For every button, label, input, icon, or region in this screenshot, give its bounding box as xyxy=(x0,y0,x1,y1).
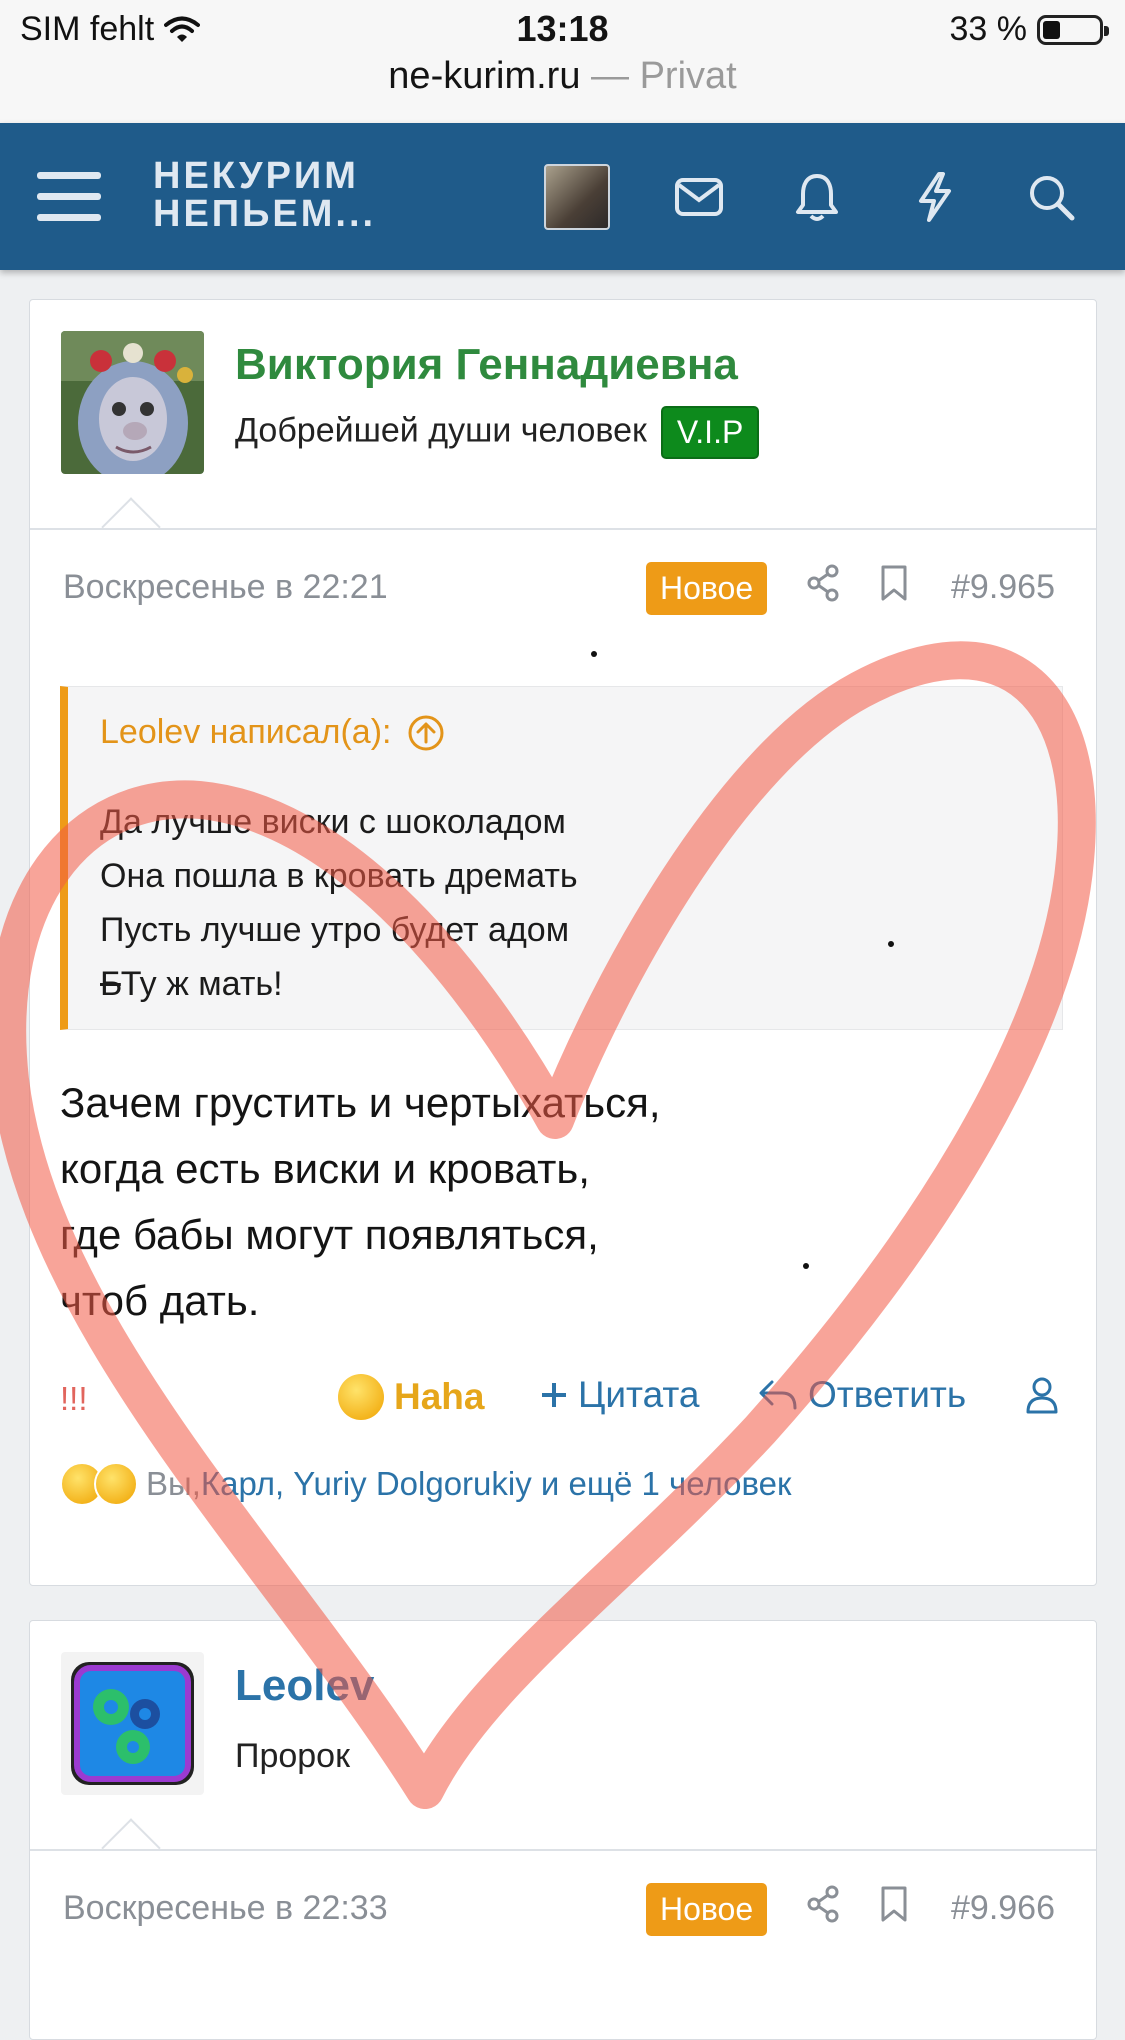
shocked-emoji-icon xyxy=(94,1462,138,1506)
quote-button[interactable]: Цитата xyxy=(540,1374,699,1416)
logo-line-1: НЕКУРИМ xyxy=(153,155,359,197)
bolt-icon xyxy=(919,171,951,222)
site-header: НЕКУРИМ НЕПЬЕМ... xyxy=(0,123,1125,270)
new-badge: Новое xyxy=(646,1883,768,1936)
share-icon xyxy=(807,564,839,602)
user-block-divider xyxy=(30,528,1096,530)
reaction-button[interactable]: Haha xyxy=(338,1374,484,1420)
quote-button-label: Цитата xyxy=(578,1374,700,1415)
reply-icon xyxy=(759,1380,797,1410)
new-badge: Новое xyxy=(646,562,768,615)
menu-button[interactable] xyxy=(22,123,118,270)
bookmark-button[interactable] xyxy=(880,564,908,607)
quote-author[interactable]: Leolev написал(а): xyxy=(100,713,445,752)
share-button[interactable] xyxy=(806,564,840,607)
post-number[interactable]: #9.966 xyxy=(951,1889,1055,1928)
reactions-summary[interactable]: Вы, Карл, Yuriy Dolgorukiy и ещё 1 челов… xyxy=(60,1462,791,1506)
post-line: Зачем грустить и чертыхаться, xyxy=(60,1079,661,1126)
bell-icon xyxy=(796,173,838,221)
url-bar[interactable]: ne-kurim.ru — Privat xyxy=(0,55,1125,98)
gears-avatar xyxy=(61,1652,204,1795)
quote-line: БТу ж мать! xyxy=(100,957,578,1011)
quote-text: Да лучше виски с шоколадом Она пошла в к… xyxy=(100,795,578,1011)
struck-text: Б xyxy=(100,965,121,1003)
quote-block: Leolev написал(а): Да лучше виски с шоко… xyxy=(60,686,1063,1030)
menu-icon xyxy=(37,171,101,221)
reply-button-label: Ответить xyxy=(808,1374,967,1415)
battery-area: 33 % xyxy=(949,10,1109,49)
post-author-name[interactable]: Виктория Геннадиевна xyxy=(235,340,738,390)
user-title: Пророк xyxy=(235,1737,350,1775)
user-avatar[interactable] xyxy=(61,331,204,474)
user-title-text: Добрейшей души человек xyxy=(235,411,647,450)
plus-icon xyxy=(542,1383,566,1407)
post-body: Зачем грустить и чертыхаться, когда есть… xyxy=(60,1070,661,1334)
reactions-you: Вы, xyxy=(146,1465,201,1502)
bookmark-icon xyxy=(881,1886,907,1922)
share-button[interactable] xyxy=(806,1885,840,1928)
status-bar: SIM fehlt 13:18 33 % ne-kurim.ru — Priva… xyxy=(0,0,1125,123)
battery-icon xyxy=(1037,14,1109,45)
post-date[interactable]: Воскресенье в 22:33 xyxy=(63,1889,388,1928)
post-author-name[interactable]: Leolev xyxy=(235,1661,374,1711)
logo-line-2: НЕПЬЕМ... xyxy=(153,193,377,235)
post-number[interactable]: #9.965 xyxy=(951,568,1055,607)
post-card: Виктория Геннадиевна Добрейшей души чело… xyxy=(29,299,1097,1586)
quote-line-rest: Ту ж мать! xyxy=(120,965,283,1003)
reactions-users: Карл, Yuriy Dolgorukiy и ещё 1 человек xyxy=(200,1465,792,1502)
account-avatar xyxy=(544,163,610,230)
vip-badge: V.I.P xyxy=(660,406,760,459)
report-link[interactable]: !!! xyxy=(60,1380,88,1418)
url-domain: ne-kurim.ru xyxy=(388,55,581,97)
site-logo[interactable]: НЕКУРИМ НЕПЬЕМ... xyxy=(153,157,376,233)
post-author-label: Leolev xyxy=(235,1661,375,1710)
whats-new-button[interactable] xyxy=(900,123,970,270)
bookmark-icon xyxy=(881,565,907,601)
user-icon xyxy=(1026,1377,1058,1414)
laugh-emoji-icon xyxy=(338,1374,384,1420)
user-avatar[interactable] xyxy=(61,1652,204,1795)
post-author-label: Виктория Геннадиевна xyxy=(235,340,738,389)
user-block-arrow xyxy=(101,1818,161,1878)
user-menu-button[interactable] xyxy=(1025,1376,1059,1414)
post-line: чтоб дать. xyxy=(60,1277,260,1324)
search-icon xyxy=(1030,175,1075,220)
private-mode-label: — Privat xyxy=(580,55,737,97)
post-line: когда есть виски и кровать, xyxy=(60,1145,590,1192)
quote-line: Она пошла в кровать дремать xyxy=(100,857,578,895)
user-title: Добрейшей души человек V.I.P xyxy=(235,406,760,459)
quote-author-label: Leolev написал(а): xyxy=(100,713,392,751)
search-button[interactable] xyxy=(1016,123,1086,270)
envelope-icon xyxy=(675,177,723,216)
post-card: Leolev Пророк Воскресенье в 22:33 Новое … xyxy=(29,1620,1097,2040)
reaction-label: Haha xyxy=(394,1376,485,1417)
account-avatar-button[interactable] xyxy=(540,123,614,270)
quote-line: Да лучше виски с шоколадом xyxy=(100,803,566,841)
bookmark-button[interactable] xyxy=(880,1885,908,1928)
alerts-button[interactable] xyxy=(782,123,852,270)
share-icon xyxy=(807,1885,839,1923)
quote-line: Пусть лучше утро будет адом xyxy=(100,911,570,949)
reply-button[interactable]: Ответить xyxy=(758,1374,966,1416)
user-block-arrow xyxy=(101,497,161,557)
post-date[interactable]: Воскресенье в 22:21 xyxy=(63,568,388,607)
user-block-divider xyxy=(30,1849,1096,1851)
post-line: где бабы могут появляться, xyxy=(60,1211,599,1258)
arrow-up-circle-icon xyxy=(408,715,444,750)
battery-percent: 33 % xyxy=(949,10,1028,48)
inbox-button[interactable] xyxy=(664,123,734,270)
